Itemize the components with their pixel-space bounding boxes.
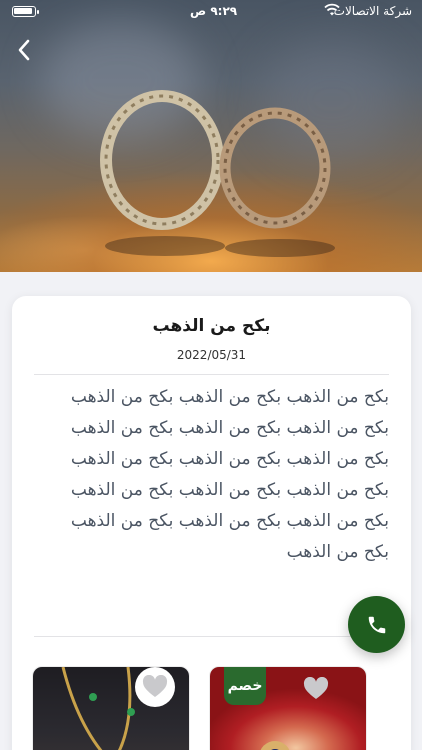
phone-icon — [368, 616, 385, 633]
carrier-name: شركة الاتصالات — [333, 4, 412, 18]
status-time: ٩:٢٩ ص — [190, 4, 238, 18]
back-button[interactable] — [10, 36, 38, 64]
product-card[interactable]: خصم — [209, 666, 367, 750]
hero-image — [0, 0, 422, 272]
heart-icon — [303, 677, 329, 699]
status-bar: ٩:٢٩ ص شركة الاتصالات — [0, 0, 422, 24]
battery-icon — [12, 6, 39, 17]
article-date: 2022/05/31 — [176, 348, 247, 362]
article-title: بكح من الذهب — [152, 316, 271, 336]
favorite-button[interactable] — [296, 669, 336, 709]
divider — [34, 374, 389, 375]
product-card[interactable] — [32, 666, 190, 750]
chevron-left-icon — [18, 39, 30, 61]
heart-icon — [142, 675, 168, 697]
divider — [34, 636, 389, 637]
rings-illustration — [100, 90, 335, 257]
article-card: بكح من الذهب 2022/05/31 بكح من الذهب بكح… — [12, 296, 411, 750]
article-body: بكح من الذهب بكح من الذهب بكح من الذهب ب… — [70, 387, 389, 562]
discount-badge: خصم — [224, 667, 266, 705]
call-button[interactable] — [348, 596, 405, 653]
favorite-button[interactable] — [135, 667, 175, 707]
